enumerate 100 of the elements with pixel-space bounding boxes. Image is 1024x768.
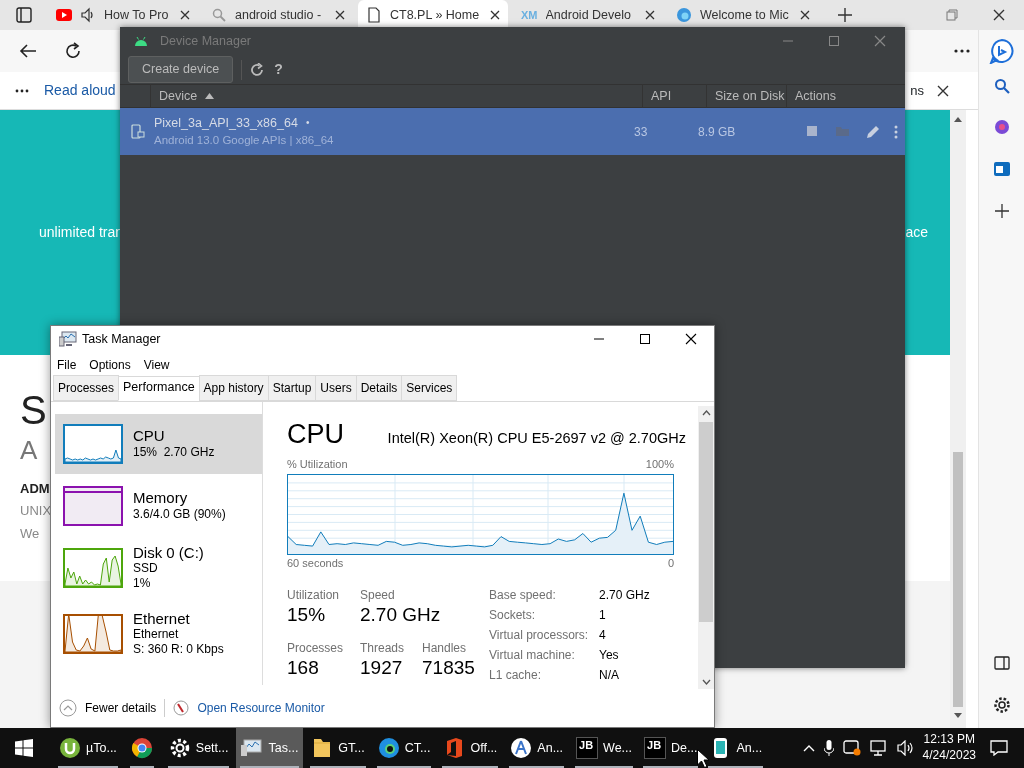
- menu-item[interactable]: Options: [89, 355, 131, 374]
- fewer-details-button[interactable]: Fewer details: [59, 699, 157, 718]
- browser-tab[interactable]: android studio -: [203, 0, 353, 30]
- browser-tab[interactable]: How To Pro: [48, 0, 198, 30]
- browser-tab[interactable]: CT8.PL » Home: [358, 0, 508, 30]
- chevron-up-icon[interactable]: [802, 744, 815, 752]
- tab[interactable]: App history: [198, 374, 269, 401]
- close-icon[interactable]: [645, 10, 655, 20]
- property-value: 2.70 GHz: [599, 586, 650, 604]
- scroll-thumb[interactable]: [699, 421, 713, 622]
- start-icon[interactable]: [15, 739, 33, 757]
- close-icon[interactable]: [180, 10, 190, 20]
- add-icon[interactable]: [994, 204, 1009, 218]
- app-logo: JB: [644, 737, 666, 759]
- taskbar-button[interactable]: CT...: [372, 728, 436, 768]
- column-header[interactable]: Size on Disk: [715, 86, 785, 106]
- taskbar-button[interactable]: An...: [505, 728, 569, 768]
- scrollbar[interactable]: [950, 110, 966, 728]
- maximize-icon[interactable]: [639, 333, 651, 346]
- back-icon[interactable]: [19, 43, 37, 59]
- browser-tab[interactable]: Welcome to Mic: [668, 0, 818, 30]
- microphone-icon[interactable]: [823, 740, 834, 756]
- menu-item[interactable]: View: [143, 355, 170, 374]
- resource-detail: 15% 2.70 GHz: [133, 444, 215, 461]
- settings-icon[interactable]: [992, 696, 1011, 714]
- tab-title: How To Pro: [104, 6, 170, 24]
- close-icon[interactable]: [490, 10, 500, 20]
- tab-actions-icon[interactable]: [16, 7, 32, 23]
- device-subtitle: Android 13.0 Google APIs | x86_64: [154, 133, 335, 149]
- more-icon[interactable]: [954, 49, 970, 53]
- resource-detail: 1%: [133, 576, 152, 593]
- help-button[interactable]: ?: [274, 59, 283, 80]
- property-value: N/A: [599, 666, 620, 684]
- taskbar-button[interactable]: Tas...: [236, 728, 304, 768]
- shapes-icon[interactable]: [992, 118, 1011, 136]
- notifications-icon[interactable]: [990, 740, 1008, 756]
- panel-icon[interactable]: [993, 656, 1010, 670]
- scroll-down-icon[interactable]: [701, 679, 711, 686]
- create-device-button[interactable]: Create device: [128, 56, 234, 83]
- scroll-up-icon[interactable]: [701, 409, 711, 416]
- resource-item[interactable]: Ethernet Ethernet S: 360 R: 0 Kbps: [55, 603, 262, 664]
- scrollbar[interactable]: [698, 405, 714, 690]
- toolbar-label: ns: [910, 81, 924, 100]
- refresh-icon[interactable]: [64, 42, 82, 60]
- close-icon[interactable]: [800, 10, 810, 20]
- close-icon[interactable]: [335, 10, 345, 20]
- resource-monitor-link[interactable]: Open Resource Monitor: [173, 699, 325, 718]
- property-label: Virtual processors:: [489, 626, 590, 644]
- taskbar-button[interactable]: GT...: [306, 728, 370, 768]
- scroll-thumb[interactable]: [953, 452, 963, 707]
- tab[interactable]: Services: [401, 374, 458, 401]
- close-icon[interactable]: [992, 8, 1006, 22]
- device-name: Pixel_3a_API_33_x86_64: [154, 114, 298, 132]
- stat-value: 168: [287, 656, 319, 680]
- scroll-down-icon[interactable]: [954, 713, 962, 719]
- axis-label: 0: [667, 556, 674, 572]
- speaker-icon[interactable]: [80, 7, 96, 23]
- taskbar-button[interactable]: µTo...: [54, 728, 122, 768]
- tab[interactable]: Users: [315, 374, 357, 401]
- resource-item[interactable]: CPU 15% 2.70 GHz: [55, 413, 262, 474]
- network-icon[interactable]: [869, 740, 888, 756]
- menu-item[interactable]: File: [57, 355, 77, 374]
- disk-size: 8.9 GB: [698, 123, 737, 141]
- sort-up-icon[interactable]: [205, 93, 215, 99]
- close-icon[interactable]: [936, 83, 950, 98]
- mail-icon[interactable]: [992, 160, 1011, 178]
- tab[interactable]: Processes: [53, 374, 120, 401]
- taskbar-button[interactable]: JB We...: [571, 728, 637, 768]
- scroll-up-icon[interactable]: [954, 116, 962, 122]
- resource-detail: 3.6/4.0 GB (90%): [133, 506, 226, 523]
- tab[interactable]: Performance: [118, 376, 200, 401]
- resource-item[interactable]: Memory 3.6/4.0 GB (90%): [55, 475, 262, 536]
- app-logo: JB: [576, 737, 599, 759]
- resource-name: Disk 0 (C:): [133, 543, 204, 561]
- taskbar-button[interactable]: Off...: [438, 728, 503, 768]
- property-label: Virtual machine:: [489, 646, 576, 664]
- app-status-icon[interactable]: [842, 740, 861, 756]
- resource-item[interactable]: Disk 0 (C:) SSD 1%: [55, 537, 262, 598]
- taskbar-button[interactable]: Sett...: [163, 728, 234, 768]
- edit-icon[interactable]: [866, 124, 880, 139]
- property-value: 1: [599, 606, 607, 624]
- close-icon[interactable]: [685, 333, 697, 346]
- panel-title: CPU: [287, 419, 344, 450]
- tab[interactable]: Startup: [267, 374, 317, 401]
- monitor-icon: [59, 331, 77, 348]
- banner-text: ace: [905, 223, 928, 242]
- clock[interactable]: 12:13 PM 4/24/2023: [922, 732, 976, 764]
- tab[interactable]: Details: [355, 374, 403, 401]
- volume-icon[interactable]: [896, 740, 915, 756]
- new-tab-icon[interactable]: [838, 8, 852, 22]
- read-aloud-link[interactable]: Read aloud: [44, 80, 116, 101]
- resource-detail: S: 360 R: 0 Kbps: [133, 642, 224, 659]
- column-header[interactable]: Actions: [795, 86, 836, 106]
- column-header[interactable]: API: [651, 86, 672, 106]
- more-icon[interactable]: [15, 88, 29, 93]
- search-icon[interactable]: [993, 78, 1010, 94]
- column-header[interactable]: Device: [159, 86, 198, 106]
- browser-tab[interactable]: XM Android Develo: [513, 0, 663, 30]
- device-row[interactable]: Pixel_3a_API_33_x86_64 • Android 13.0 Google APIs | x86_64 33 8.9 GB: [120, 108, 905, 155]
- resource-name: CPU: [133, 427, 166, 445]
